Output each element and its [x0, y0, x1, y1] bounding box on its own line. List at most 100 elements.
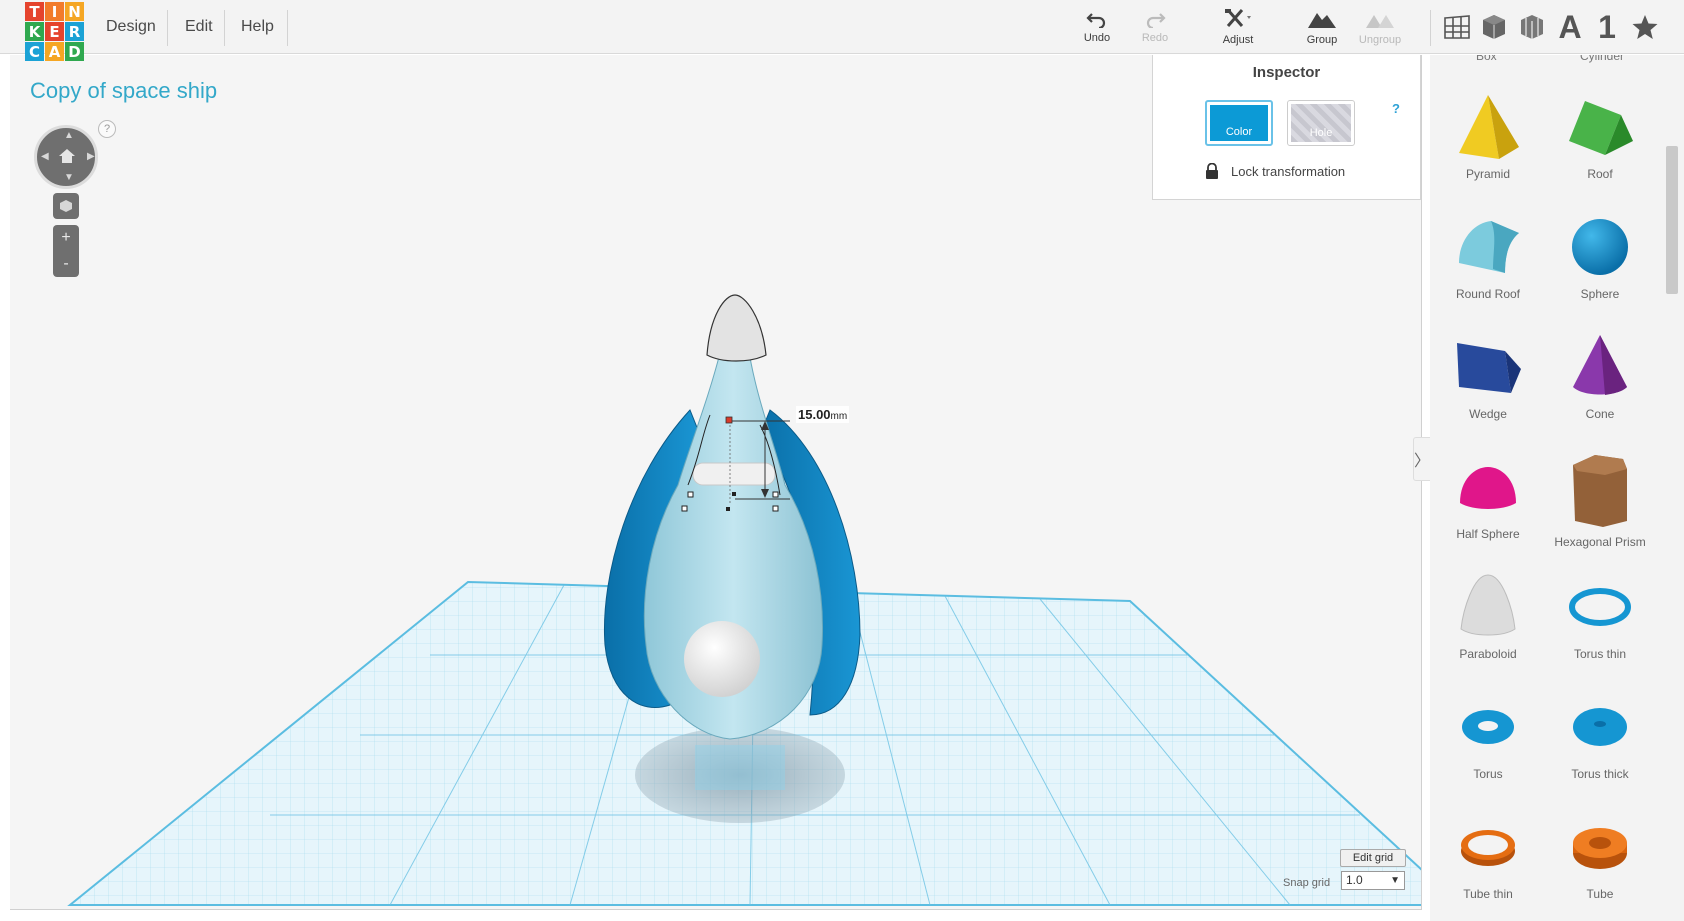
zoom-control: + - — [53, 225, 79, 277]
nose-cone — [706, 294, 767, 362]
logo-letter: R — [65, 22, 84, 41]
roof-icon — [1569, 101, 1633, 155]
shape-roof[interactable]: Roof — [1545, 91, 1655, 181]
shape-label: Roof — [1587, 167, 1613, 181]
menu-divider — [287, 10, 288, 46]
shape-cone[interactable]: Cone — [1545, 331, 1655, 421]
cube-view-icon[interactable] — [1477, 10, 1511, 44]
inspector-panel: Inspector ? Color Hole Lock transformati… — [1152, 55, 1421, 200]
redo-label: Redo — [1141, 32, 1169, 44]
shape-label: Wedge — [1469, 407, 1507, 421]
undo-button[interactable]: Undo — [1067, 8, 1127, 44]
undo-icon — [1086, 13, 1106, 28]
lock-label: Lock transformation — [1231, 163, 1346, 179]
group-button[interactable]: Group — [1292, 8, 1352, 46]
shape-label: Paraboloid — [1459, 647, 1517, 661]
shape-label: Tube — [1586, 887, 1614, 901]
color-label: Color — [1210, 105, 1268, 141]
snap-grid-select[interactable]: 1.0 ▼ — [1341, 871, 1405, 890]
text-tool-icon[interactable]: A — [1553, 9, 1587, 45]
hexagonal-prism-icon — [1573, 455, 1627, 527]
shape-hexagonal-prism[interactable]: Hexagonal Prism — [1545, 451, 1655, 549]
logo-letter: I — [45, 2, 64, 21]
ungroup-button[interactable]: Ungroup — [1350, 8, 1410, 46]
menu-divider — [167, 10, 168, 46]
shape-sphere[interactable]: Sphere — [1545, 211, 1655, 301]
wireframe-view-icon[interactable] — [1515, 10, 1549, 44]
shape-label: Torus thick — [1571, 767, 1629, 781]
shape-wedge[interactable]: Wedge — [1433, 331, 1543, 421]
ship-porthole — [684, 621, 760, 697]
star-icon[interactable] — [1628, 10, 1662, 44]
paraboloid-icon — [1460, 574, 1516, 636]
orbit-left-icon[interactable]: ◀ — [41, 151, 49, 162]
ungroup-label: Ungroup — [1358, 34, 1402, 46]
pyramid-icon — [1459, 95, 1519, 159]
shape-label: Tube thin — [1463, 887, 1513, 901]
color-button[interactable]: Color — [1205, 100, 1273, 146]
menu-divider — [224, 10, 225, 46]
shape-torus-thick[interactable]: Torus thick — [1545, 691, 1655, 781]
shape-torus[interactable]: Torus — [1433, 691, 1543, 781]
logo-letter: D — [65, 42, 84, 61]
hole-label: Hole — [1291, 104, 1351, 142]
home-icon[interactable] — [58, 148, 76, 164]
perspective-toggle[interactable] — [53, 193, 79, 219]
dimension-readout[interactable]: 15.00mm — [796, 406, 850, 423]
redo-icon — [1146, 13, 1166, 28]
shape-pyramid[interactable]: Pyramid — [1433, 91, 1543, 181]
panel-scrollbar[interactable] — [1666, 146, 1678, 294]
snap-grid-value: 1.0 — [1346, 873, 1363, 887]
shape-label: Pyramid — [1465, 167, 1510, 181]
round-roof-icon — [1459, 221, 1519, 273]
lock-icon — [1206, 163, 1218, 179]
shape-round-roof[interactable]: Round Roof — [1433, 211, 1543, 301]
shadow-footprint — [695, 745, 785, 790]
shape-label: Round Roof — [1455, 287, 1521, 301]
hole-button[interactable]: Hole — [1287, 100, 1355, 146]
torus-icon — [1462, 710, 1514, 744]
inspector-title: Inspector — [1252, 64, 1321, 81]
shape-torus-thin[interactable]: Torus thin — [1545, 571, 1655, 661]
cut-shape-label: Cylinder — [1580, 55, 1625, 63]
menu-design[interactable]: Design — [106, 0, 156, 54]
redo-button[interactable]: Redo — [1125, 8, 1185, 44]
project-title[interactable]: Copy of space ship — [30, 78, 217, 104]
zoom-in-button[interactable]: + — [53, 225, 79, 251]
navigation-help-icon[interactable]: ? — [98, 120, 116, 138]
logo-letter: E — [45, 22, 64, 41]
undo-label: Undo — [1083, 32, 1111, 44]
shape-label: Cone — [1585, 407, 1615, 421]
cut-shape-label: Box — [1476, 55, 1497, 63]
shape-tube-thin[interactable]: Tube thin — [1433, 811, 1543, 901]
group-icon — [1308, 13, 1336, 28]
grid-view-icon[interactable] — [1440, 10, 1474, 44]
orbit-control[interactable]: ▲ ▼ ◀ ▶ — [34, 125, 98, 189]
edit-grid-button[interactable]: Edit grid — [1340, 849, 1406, 867]
shape-tube[interactable]: Tube — [1545, 811, 1655, 901]
sphere-icon — [1572, 219, 1628, 275]
orbit-down-icon[interactable]: ▼ — [64, 172, 74, 183]
cube-icon — [60, 200, 72, 212]
menu-help[interactable]: Help — [241, 0, 274, 54]
adjust-icon — [1225, 9, 1251, 27]
shape-label: Half Sphere — [1456, 527, 1520, 541]
adjust-button[interactable]: Adjust — [1208, 8, 1268, 46]
tinkercad-logo[interactable]: T I N K E R C A D — [25, 2, 85, 62]
logo-letter: K — [25, 22, 44, 41]
orbit-right-icon[interactable]: ▶ — [87, 151, 95, 162]
shape-label: Torus thin — [1573, 647, 1627, 661]
shape-paraboloid[interactable]: Paraboloid — [1433, 571, 1543, 661]
dimension-value: 15.00 — [798, 407, 831, 422]
lock-transformation-toggle[interactable]: Lock transformation — [1205, 163, 1345, 179]
shape-half-sphere[interactable]: Half Sphere — [1433, 451, 1543, 541]
adjust-label: Adjust — [1222, 34, 1254, 46]
panel-collapse-toggle[interactable]: 〉 — [1413, 437, 1431, 481]
group-label: Group — [1306, 34, 1338, 46]
menu-edit[interactable]: Edit — [185, 0, 213, 54]
orbit-up-icon[interactable]: ▲ — [64, 130, 74, 141]
inspector-help-icon[interactable]: ? — [1392, 101, 1400, 116]
zoom-out-button[interactable]: - — [53, 251, 79, 277]
number-tool-icon[interactable]: 1 — [1590, 9, 1624, 45]
dimension-unit: mm — [830, 411, 848, 422]
